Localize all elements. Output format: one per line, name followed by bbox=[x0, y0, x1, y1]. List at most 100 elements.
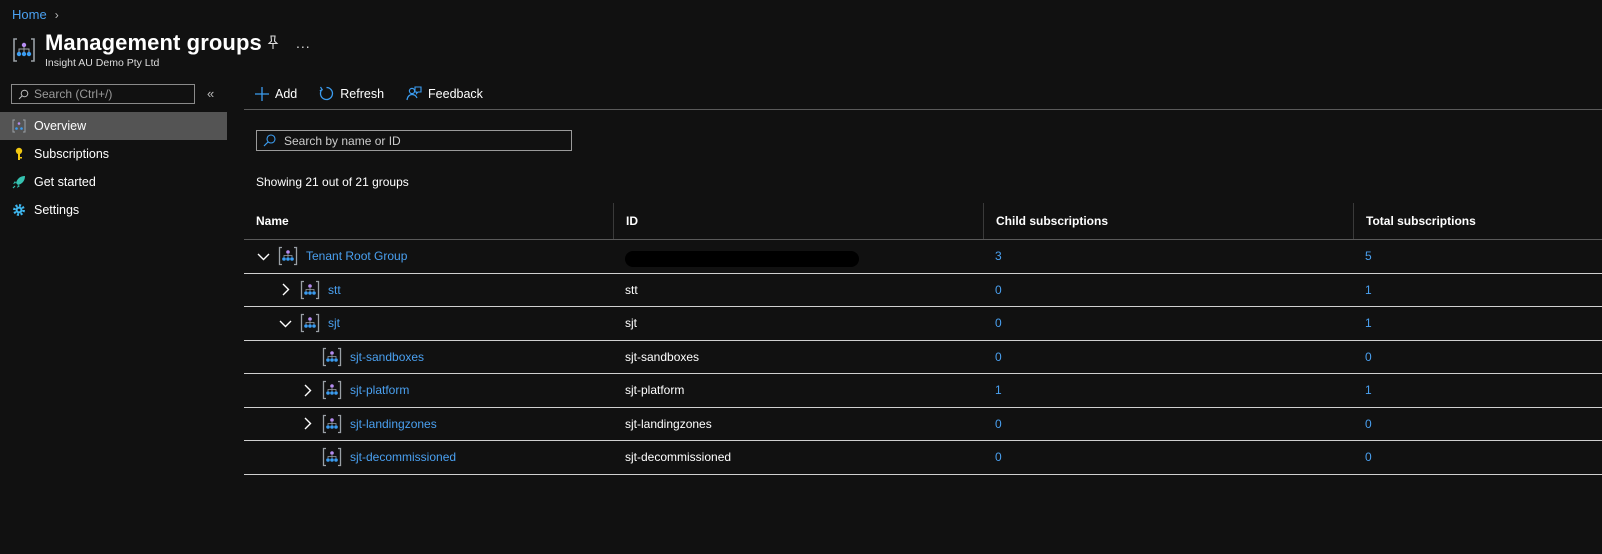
name-cell: Tenant Root Group bbox=[244, 240, 614, 273]
toolbar-divider bbox=[244, 109, 1602, 110]
child-subscriptions-cell: 1 bbox=[984, 374, 1354, 407]
group-id: sjt-decommissioned bbox=[625, 450, 732, 465]
group-name-link[interactable]: sjt-platform bbox=[350, 383, 409, 397]
name-cell-content: sjt-platform bbox=[300, 380, 409, 400]
child-subscriptions-cell: 0 bbox=[984, 408, 1354, 441]
search-icon bbox=[18, 89, 29, 99]
expand-toggle[interactable] bbox=[300, 417, 314, 431]
total-subscriptions-cell: 1 bbox=[1354, 307, 1602, 340]
group-name-link[interactable]: sjt-sandboxes bbox=[350, 350, 424, 364]
name-cell-content: sjt-landingzones bbox=[300, 414, 437, 434]
name-cell-content: sjt bbox=[278, 313, 340, 333]
management-group-icon bbox=[322, 414, 342, 433]
group-id: sjt-landingzones bbox=[625, 416, 712, 431]
chevron-right-icon bbox=[282, 283, 289, 296]
total-subscriptions-cell: 0 bbox=[1354, 441, 1602, 474]
total-subscriptions-link[interactable]: 0 bbox=[1365, 417, 1372, 431]
table-header: Name ID Child subscriptions Total subscr… bbox=[244, 203, 1602, 240]
total-subscriptions-link[interactable]: 0 bbox=[1365, 450, 1372, 464]
sidebar-item-overview[interactable]: Overview bbox=[0, 112, 227, 140]
child-subscriptions-link[interactable]: 0 bbox=[995, 417, 1002, 431]
rocket-icon bbox=[12, 175, 26, 189]
expand-toggle[interactable] bbox=[278, 283, 292, 297]
table-row: sjt-landingzones sjt-landingzones 0 0 bbox=[244, 408, 1602, 441]
child-subscriptions-cell: 0 bbox=[984, 274, 1354, 307]
name-cell-content: sjt-decommissioned bbox=[300, 447, 456, 467]
more-options-button[interactable]: ... bbox=[296, 35, 311, 51]
child-subscriptions-link[interactable]: 0 bbox=[995, 316, 1002, 330]
total-subscriptions-link[interactable]: 5 bbox=[1365, 249, 1372, 263]
chevron-right-icon: › bbox=[54, 7, 59, 22]
sidebar-search[interactable] bbox=[11, 84, 195, 104]
child-subscriptions-link[interactable]: 0 bbox=[995, 450, 1002, 464]
sidebar-item-subscriptions[interactable]: Subscriptions bbox=[0, 140, 227, 168]
management-group-icon bbox=[12, 119, 26, 133]
table-row: sjt-decommissioned sjt-decommissioned 0 0 bbox=[244, 441, 1602, 475]
name-cell: sjt bbox=[244, 307, 614, 340]
group-name-link[interactable]: sjt-landingzones bbox=[350, 417, 437, 431]
name-cell-content: Tenant Root Group bbox=[256, 246, 407, 266]
column-header-name[interactable]: Name bbox=[244, 203, 614, 239]
name-cell: sjt-decommissioned bbox=[244, 441, 614, 474]
child-subscriptions-link[interactable]: 0 bbox=[995, 283, 1002, 297]
search-icon bbox=[263, 134, 276, 147]
total-subscriptions-link[interactable]: 0 bbox=[1365, 350, 1372, 364]
total-subscriptions-cell: 0 bbox=[1354, 408, 1602, 441]
chevron-right-icon bbox=[304, 384, 311, 397]
feedback-button[interactable]: Feedback bbox=[406, 86, 483, 101]
chevron-down-icon bbox=[279, 320, 291, 328]
management-groups-table: Name ID Child subscriptions Total subscr… bbox=[244, 203, 1602, 475]
add-button-label: Add bbox=[275, 86, 298, 101]
page-subtitle: Insight AU Demo Pty Ltd bbox=[45, 57, 160, 69]
child-subscriptions-link[interactable]: 0 bbox=[995, 350, 1002, 364]
column-header-child-subscriptions[interactable]: Child subscriptions bbox=[984, 203, 1354, 239]
gear-icon bbox=[12, 203, 26, 217]
total-subscriptions-cell: 0 bbox=[1354, 341, 1602, 374]
name-cell-content: sjt-sandboxes bbox=[300, 347, 424, 367]
sidebar-item-label: Overview bbox=[34, 119, 87, 133]
expand-toggle[interactable] bbox=[278, 316, 292, 330]
total-subscriptions-link[interactable]: 1 bbox=[1365, 283, 1372, 297]
management-group-icon bbox=[322, 381, 342, 400]
add-button[interactable]: Add bbox=[255, 86, 298, 101]
id-cell: sjt-sandboxes bbox=[614, 341, 984, 374]
column-header-total-subscriptions[interactable]: Total subscriptions bbox=[1354, 203, 1602, 239]
child-subscriptions-cell: 0 bbox=[984, 307, 1354, 340]
sidebar-item-settings[interactable]: Settings bbox=[0, 196, 227, 224]
group-name-link[interactable]: Tenant Root Group bbox=[306, 249, 407, 263]
group-name-link[interactable]: sjt-decommissioned bbox=[350, 450, 456, 464]
feedback-icon bbox=[406, 86, 422, 101]
id-cell bbox=[614, 240, 984, 273]
child-subscriptions-link[interactable]: 1 bbox=[995, 383, 1002, 397]
expand-toggle[interactable] bbox=[256, 249, 270, 263]
breadcrumb-home-link[interactable]: Home bbox=[12, 7, 47, 22]
collapse-sidebar-icon[interactable]: « bbox=[207, 86, 214, 101]
table-body: Tenant Root Group 3 5 stt stt 0 1 sjt sjt 0 1 sjt-s… bbox=[244, 240, 1602, 475]
sidebar-search-input[interactable] bbox=[34, 87, 184, 101]
sidebar-item-label: Settings bbox=[34, 203, 80, 217]
total-subscriptions-link[interactable]: 1 bbox=[1365, 316, 1372, 330]
name-cell-content: stt bbox=[278, 280, 341, 300]
child-subscriptions-link[interactable]: 3 bbox=[995, 249, 1002, 263]
group-name-link[interactable]: sjt bbox=[328, 316, 340, 330]
column-header-id[interactable]: ID bbox=[614, 203, 984, 239]
child-subscriptions-cell: 3 bbox=[984, 240, 1354, 273]
expand-toggle[interactable] bbox=[300, 383, 314, 397]
refresh-button[interactable]: Refresh bbox=[319, 86, 384, 101]
name-cell: sjt-landingzones bbox=[244, 408, 614, 441]
command-bar: Add Refresh Feedback bbox=[255, 86, 483, 101]
group-id: stt bbox=[625, 282, 638, 297]
management-group-icon bbox=[300, 314, 320, 333]
search-input[interactable] bbox=[284, 133, 554, 148]
name-cell: stt bbox=[244, 274, 614, 307]
total-subscriptions-link[interactable]: 1 bbox=[1365, 383, 1372, 397]
table-row: sjt-platform sjt-platform 1 1 bbox=[244, 374, 1602, 408]
group-id: sjt bbox=[625, 316, 637, 331]
pin-icon[interactable] bbox=[266, 35, 280, 51]
total-subscriptions-cell: 1 bbox=[1354, 274, 1602, 307]
group-name-link[interactable]: stt bbox=[328, 283, 341, 297]
child-subscriptions-cell: 0 bbox=[984, 341, 1354, 374]
sidebar-item-get-started[interactable]: Get started bbox=[0, 168, 227, 196]
refresh-button-label: Refresh bbox=[340, 86, 385, 101]
search-box[interactable] bbox=[256, 130, 572, 151]
